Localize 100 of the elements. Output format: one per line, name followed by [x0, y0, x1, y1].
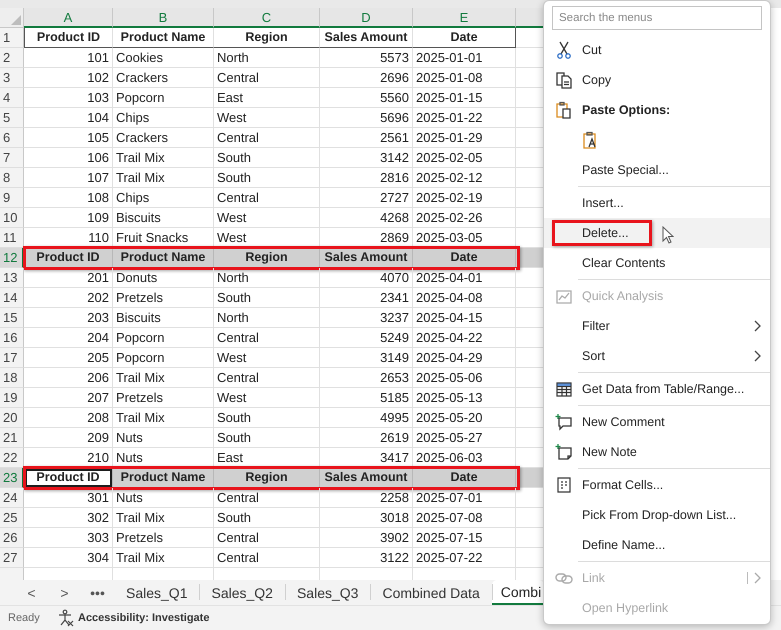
table-cell: 2025-01-08: [413, 68, 516, 88]
row-number[interactable]: 10: [0, 208, 24, 228]
sheet-tab[interactable]: Combi: [492, 580, 544, 605]
row-number[interactable]: 27: [0, 548, 24, 568]
sheet-tab[interactable]: Sales_Q3: [284, 580, 370, 605]
menu-item[interactable]: Get Data from Table/Range...: [544, 374, 770, 404]
sheet-tab[interactable]: Sales_Q2: [199, 580, 285, 605]
row-number[interactable]: 13: [0, 268, 24, 288]
clipboard-icon: [555, 101, 573, 119]
row-number[interactable]: 23: [0, 468, 24, 488]
sheet-nav-button[interactable]: <: [15, 580, 48, 605]
table-cell: Chips: [113, 108, 214, 128]
table-cell: 107: [24, 168, 113, 188]
row-header[interactable]: [0, 568, 24, 580]
table-cell: 2653: [320, 368, 413, 388]
menu-item[interactable]: Clear Contents: [544, 248, 770, 278]
sheet-nav-button[interactable]: •••: [81, 580, 114, 605]
table-cell: 2727: [320, 188, 413, 208]
table-cell: 2025-01-22: [413, 108, 516, 128]
row-number[interactable]: 21: [0, 428, 24, 448]
search-field[interactable]: Search the menus: [552, 6, 762, 30]
row-number[interactable]: 16: [0, 328, 24, 348]
table-cell: 3018: [320, 508, 413, 528]
menu-item[interactable]: Define Name...: [544, 530, 770, 560]
row-number[interactable]: 8: [0, 168, 24, 188]
table-cell: South: [214, 428, 320, 448]
table-cell: Trail Mix: [113, 408, 214, 428]
table-cell: Central: [214, 488, 320, 508]
menu-item[interactable]: Paste Special...: [544, 155, 770, 185]
row-number[interactable]: 24: [0, 488, 24, 508]
header-cell: Date: [413, 248, 516, 268]
row-number[interactable]: 3: [0, 68, 24, 88]
table-cell: North: [214, 268, 320, 288]
menu-item[interactable]: Copy: [544, 65, 770, 95]
table-cell: Pretzels: [113, 528, 214, 548]
row-number[interactable]: 25: [0, 508, 24, 528]
column-header[interactable]: B: [113, 8, 214, 28]
row-number[interactable]: 5: [0, 108, 24, 128]
header-cell: Sales Amount: [320, 28, 413, 48]
row-number[interactable]: 7: [0, 148, 24, 168]
table-cell: 208: [24, 408, 113, 428]
row-number[interactable]: 19: [0, 388, 24, 408]
header-cell: Product ID: [24, 28, 113, 48]
row-number[interactable]: 18: [0, 368, 24, 388]
column-header[interactable]: E: [413, 8, 516, 28]
menu-item[interactable]: New Note: [544, 437, 770, 467]
row-number[interactable]: 20: [0, 408, 24, 428]
table-cell: Popcorn: [113, 328, 214, 348]
row-number[interactable]: 26: [0, 528, 24, 548]
table-cell: 2025-05-06: [413, 368, 516, 388]
table-cell: West: [214, 108, 320, 128]
column-header[interactable]: C: [214, 8, 320, 28]
column-header[interactable]: D: [320, 8, 413, 28]
row-number[interactable]: 2: [0, 48, 24, 68]
row-number[interactable]: 14: [0, 288, 24, 308]
menu-item[interactable]: Pick From Drop-down List...: [544, 500, 770, 530]
table-cell: Central: [214, 328, 320, 348]
column-header[interactable]: A: [24, 8, 113, 28]
row-number[interactable]: 9: [0, 188, 24, 208]
menu-item[interactable]: Cut: [544, 35, 770, 65]
sheet-nav-button[interactable]: >: [48, 580, 81, 605]
table-cell: 3902: [320, 528, 413, 548]
menu-item[interactable]: Insert...: [544, 188, 770, 218]
table-cell: Nuts: [113, 488, 214, 508]
table-cell: Central: [214, 68, 320, 88]
table-cell: 206: [24, 368, 113, 388]
header-cell: Date: [413, 468, 516, 488]
table-cell: 209: [24, 428, 113, 448]
row-number[interactable]: 22: [0, 448, 24, 468]
table-cell: West: [214, 208, 320, 228]
row-number[interactable]: 17: [0, 348, 24, 368]
sheet-tab[interactable]: Combined Data: [370, 580, 492, 605]
row-number[interactable]: 11: [0, 228, 24, 248]
row-number[interactable]: 6: [0, 128, 24, 148]
table-cell: 210: [24, 448, 113, 468]
table-cell: 202: [24, 288, 113, 308]
table-cell: Cookies: [113, 48, 214, 68]
table-cell: 103: [24, 88, 113, 108]
accessibility-status[interactable]: Accessibility: Investigate: [78, 612, 210, 624]
select-all-button[interactable]: [0, 8, 24, 28]
menu-item[interactable]: New Comment: [544, 407, 770, 437]
table-cell: 3122: [320, 548, 413, 568]
table-cell: Central: [214, 548, 320, 568]
row-number[interactable]: 1: [0, 28, 24, 48]
row-number[interactable]: 4: [0, 88, 24, 108]
header-cell: Product Name: [113, 28, 214, 48]
table-cell: 2025-07-22: [413, 548, 516, 568]
column-header[interactable]: [516, 8, 543, 28]
table-cell: Trail Mix: [113, 508, 214, 528]
menu-item[interactable]: Filter: [544, 311, 770, 341]
header-cell: Sales Amount: [320, 248, 413, 268]
table-cell: 2561: [320, 128, 413, 148]
menu-item[interactable]: Sort: [544, 341, 770, 371]
row-number[interactable]: 15: [0, 308, 24, 328]
sheet-tab[interactable]: Sales_Q1: [114, 580, 200, 605]
table-cell: Central: [214, 188, 320, 208]
menu-item[interactable]: Format Cells...: [544, 470, 770, 500]
table-cell: 2025-07-01: [413, 488, 516, 508]
menu-item[interactable]: Delete...: [544, 218, 770, 248]
row-number[interactable]: 12: [0, 248, 24, 268]
